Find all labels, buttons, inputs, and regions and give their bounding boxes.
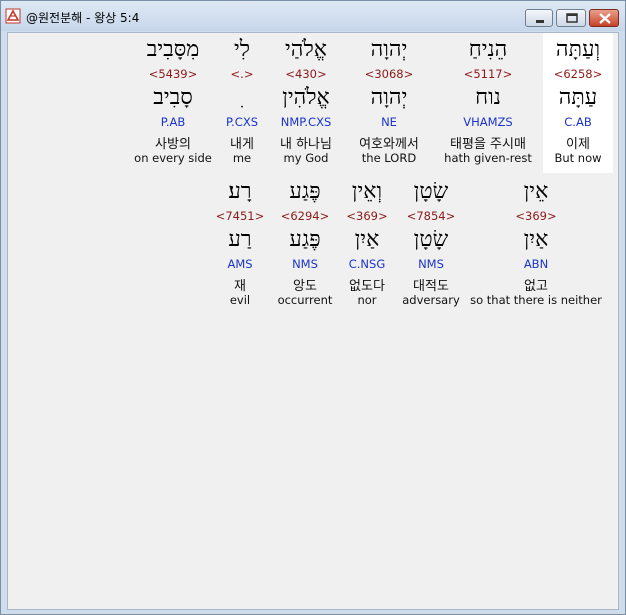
parsing-code: AMS bbox=[227, 257, 253, 271]
english-gloss: adversary bbox=[402, 293, 460, 307]
hebrew-word: פֶּגַע bbox=[289, 179, 321, 204]
strong-number[interactable]: <6258> bbox=[543, 67, 613, 81]
parsing-code: NMS bbox=[418, 257, 444, 271]
hebrew-lemma: פֶּגַע bbox=[289, 227, 321, 252]
parsing-code: P.CXS bbox=[225, 115, 258, 129]
korean-gloss: 없도다 bbox=[349, 279, 385, 294]
word-cell[interactable]: אֱלֹהַי <430> אֱלֹהִין NMP.CXS 내 하나님 my … bbox=[268, 33, 344, 173]
strong-number[interactable]: <.> bbox=[216, 67, 268, 81]
hebrew-lemma: אֱלֹהִין bbox=[282, 85, 330, 110]
english-gloss: the LORD bbox=[361, 151, 417, 165]
hebrew-lemma: יְהוָה bbox=[370, 85, 408, 110]
english-gloss: hath given-rest bbox=[444, 151, 532, 165]
close-button[interactable] bbox=[589, 9, 619, 27]
korean-gloss: 이제 bbox=[566, 137, 590, 152]
korean-gloss: 사방의 bbox=[155, 137, 191, 152]
word-cell[interactable]: לִי <.> ִ P.CXS 내게 me bbox=[216, 33, 268, 173]
strong-number[interactable]: <6294> bbox=[272, 209, 338, 223]
parsing-code: C.AB bbox=[564, 115, 592, 129]
korean-gloss: 재 bbox=[234, 279, 246, 294]
word-cell[interactable]: רָע׃ <7451> רַע AMS 재 evil bbox=[214, 175, 266, 315]
maximize-icon bbox=[566, 13, 578, 23]
hebrew-word: אֱלֹהַי bbox=[285, 37, 327, 62]
app-icon bbox=[5, 8, 21, 24]
word-cell[interactable]: הֵנִיחַ <5117> נוח VHAMZS 태평을 주시매 hath g… bbox=[434, 33, 542, 173]
hebrew-word: לִי bbox=[233, 37, 251, 62]
word-cell[interactable]: יְהוָה <3068> יְהוָה NE 여호와께서 the LORD bbox=[344, 33, 434, 173]
parsing-code: NMP.CXS bbox=[280, 115, 332, 129]
strong-number[interactable]: <7854> bbox=[396, 209, 466, 223]
hebrew-lemma: שָׂטָן bbox=[413, 227, 449, 252]
hebrew-word: הֵנִיחַ bbox=[468, 37, 508, 62]
parsing-code: C.NSG bbox=[348, 257, 386, 271]
hebrew-word: יְהוָה bbox=[370, 37, 408, 62]
korean-gloss: 내 하나님 bbox=[280, 137, 332, 152]
hebrew-lemma: אַיִן bbox=[523, 227, 549, 252]
hebrew-word: רָע׃ bbox=[228, 179, 252, 204]
english-gloss: on every side bbox=[134, 151, 212, 165]
word-cell[interactable]: שָׂטָן <7854> שָׂטָן NMS 대적도 adversary bbox=[396, 175, 466, 315]
strong-number[interactable]: <5117> bbox=[434, 67, 542, 81]
english-gloss: But now bbox=[554, 151, 602, 165]
title-bar[interactable]: @원전분해 - 왕상 5:4 bbox=[1, 1, 625, 31]
english-gloss: nor bbox=[357, 293, 377, 307]
word-cell[interactable]: וְעַתָּה <6258> עַתָּה C.AB 이제 But now bbox=[543, 33, 613, 173]
hebrew-lemma: אַיִן bbox=[354, 227, 380, 252]
strong-number[interactable]: <369> bbox=[340, 209, 394, 223]
english-gloss: evil bbox=[229, 293, 251, 307]
hebrew-lemma: רַע bbox=[228, 227, 252, 252]
korean-gloss: 태평을 주시매 bbox=[450, 137, 526, 152]
hebrew-lemma: עַתָּה bbox=[558, 85, 598, 110]
maximize-button[interactable] bbox=[556, 9, 586, 27]
minimize-icon bbox=[536, 20, 544, 23]
english-gloss: so that there is neither bbox=[470, 293, 602, 307]
hebrew-word: אֵין bbox=[523, 179, 549, 204]
korean-gloss: 여호와께서 bbox=[359, 137, 419, 152]
strong-number[interactable]: <3068> bbox=[344, 67, 434, 81]
strong-number[interactable]: <430> bbox=[268, 67, 344, 81]
english-gloss: occurrent bbox=[277, 293, 333, 307]
english-gloss: me bbox=[232, 151, 252, 165]
interlinear-view: וְעַתָּה <6258> עַתָּה C.AB 이제 But now ה… bbox=[7, 32, 619, 610]
hebrew-word: מִסָּבִיב bbox=[146, 37, 200, 62]
strong-number[interactable]: <369> bbox=[468, 209, 604, 223]
word-cell[interactable]: וְאֵין <369> אַיִן C.NSG 없도다 nor bbox=[340, 175, 394, 315]
korean-gloss: 대적도 bbox=[413, 279, 449, 294]
parsing-code: VHAMZS bbox=[463, 115, 513, 129]
minimize-button[interactable] bbox=[525, 9, 553, 27]
english-gloss: my God bbox=[283, 151, 329, 165]
word-cell[interactable]: מִסָּבִיב <5439> סָבִיב P.AB 사방의 on ever… bbox=[130, 33, 216, 173]
strong-number[interactable]: <5439> bbox=[130, 67, 216, 81]
parsing-code: P.AB bbox=[160, 115, 186, 129]
korean-gloss: 내게 bbox=[230, 137, 254, 152]
window-title: @원전분해 - 왕상 5:4 bbox=[26, 11, 140, 25]
strong-number[interactable]: <7451> bbox=[214, 209, 266, 223]
close-icon bbox=[599, 13, 611, 24]
word-cell[interactable]: אֵין <369> אַיִן ABN 없고 so that there is… bbox=[468, 175, 604, 315]
parsing-code: NMS bbox=[292, 257, 318, 271]
word-cell[interactable]: פֶּגַע <6294> פֶּגַע NMS 앙도 occurrent bbox=[272, 175, 338, 315]
hebrew-lemma: סָבִיב bbox=[153, 85, 193, 110]
hebrew-word: וְעַתָּה bbox=[555, 37, 601, 62]
app-window: @원전분해 - 왕상 5:4 וְעַתָּה <6258> עַתָּה C.… bbox=[0, 0, 626, 615]
hebrew-word: שָׂטָן bbox=[413, 179, 449, 204]
parsing-code: ABN bbox=[523, 257, 549, 271]
parsing-code: NE bbox=[381, 115, 397, 129]
korean-gloss: 없고 bbox=[524, 279, 548, 294]
hebrew-word: וְאֵין bbox=[351, 179, 383, 204]
hebrew-lemma: ִ bbox=[216, 83, 268, 113]
korean-gloss: 앙도 bbox=[293, 279, 317, 294]
hebrew-lemma: נוח bbox=[475, 85, 501, 110]
